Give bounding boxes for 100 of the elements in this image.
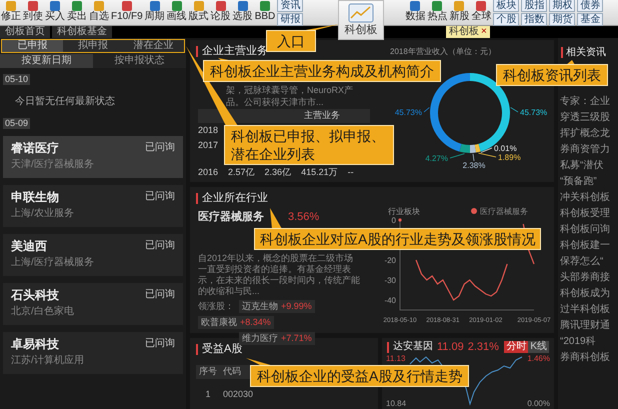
toolbar-button[interactable]: 热点 bbox=[426, 0, 448, 25]
news-link[interactable]: 过半科创板 bbox=[560, 304, 618, 316]
company-name: 申联生物 bbox=[11, 190, 60, 204]
toolbar-button[interactable]: 板块 bbox=[493, 0, 520, 12]
toolbar-button[interactable]: 全球 bbox=[470, 0, 492, 25]
toolbar-button[interactable]: BBD bbox=[254, 0, 276, 25]
toolbar-button[interactable]: 周期 bbox=[144, 0, 166, 25]
toolbar-button[interactable]: F10/F9 bbox=[110, 0, 144, 25]
mode-toggle[interactable]: K线 bbox=[528, 341, 549, 353]
news-link[interactable]: 私募“潜伏 bbox=[560, 160, 618, 172]
date-label: 05-10 bbox=[3, 74, 30, 85]
news-link[interactable]: “2019科 bbox=[560, 336, 618, 348]
news-link[interactable]: 保荐怎么“ bbox=[560, 256, 618, 268]
tab[interactable]: 科创板基金 bbox=[52, 26, 112, 38]
stock-chip[interactable]: 迈克生物 +9.99% bbox=[239, 300, 315, 313]
tool-icon bbox=[258, 0, 271, 12]
news-link[interactable]: “预备跑” bbox=[560, 176, 618, 188]
toolbar-button[interactable]: 买入 bbox=[44, 0, 66, 25]
tick-label: 0 bbox=[392, 216, 396, 225]
section-title: 企业主营业务 bbox=[202, 45, 268, 57]
toolbar-button[interactable]: 卖出 bbox=[66, 0, 88, 25]
segment-tab[interactable]: 潜在企业 bbox=[123, 40, 184, 52]
toolbar-button[interactable]: 自选 bbox=[88, 0, 110, 25]
leader-line bbox=[450, 153, 465, 158]
company-info: 天津/医疗器械服务 bbox=[11, 159, 94, 170]
close-icon[interactable]: × bbox=[481, 26, 487, 38]
news-link[interactable]: 冲关科创板 bbox=[560, 192, 618, 204]
toolbar-button[interactable]: 选股 bbox=[232, 0, 254, 25]
table-cell-text: 002030 bbox=[222, 388, 254, 402]
tool-icon bbox=[214, 0, 227, 12]
status-label: 已问询 bbox=[145, 190, 175, 204]
entry-button[interactable]: 科创板 bbox=[338, 0, 384, 40]
news-link[interactable]: 科创板问询 bbox=[560, 224, 618, 236]
toolbar-button[interactable]: 论股 bbox=[210, 0, 232, 25]
tab[interactable]: 创板首页 bbox=[0, 26, 50, 38]
segment-tab[interactable]: 已申报 bbox=[2, 40, 63, 52]
news-link[interactable]: 专家：企业 bbox=[560, 96, 618, 108]
industry-name: 医疗器械服务 bbox=[198, 210, 264, 225]
company-card[interactable]: 卓易科技 江苏/计算机应用 已问询 bbox=[3, 332, 183, 374]
legend-item: 医疗器械服务 bbox=[471, 207, 528, 216]
toolbar-button[interactable]: 基金 bbox=[577, 13, 604, 26]
tool-icon bbox=[170, 0, 183, 12]
toolbar-button[interactable]: 新股 bbox=[448, 0, 470, 25]
tool-icon bbox=[71, 0, 83, 12]
toolbar-button[interactable]: 个股 bbox=[493, 13, 520, 26]
news-link[interactable]: 科创板受理 bbox=[560, 208, 618, 220]
accent-bar bbox=[387, 342, 389, 352]
news-link[interactable]: 头部券商接 bbox=[560, 272, 618, 284]
tick-label: -40 bbox=[384, 296, 396, 305]
stock-name: 达安基因 bbox=[393, 341, 433, 353]
toolbar-button[interactable]: 资讯 bbox=[277, 0, 304, 12]
news-link[interactable]: 腾讯理财通 bbox=[560, 320, 618, 332]
mode-toggle[interactable]: 分时 bbox=[504, 341, 528, 353]
toolbar-button[interactable]: 修正 bbox=[0, 0, 22, 25]
company-card[interactable]: 石头科技 北京/白色家电 已问询 bbox=[3, 283, 183, 325]
toolbar-button[interactable]: 指数 bbox=[521, 13, 548, 26]
tool-icon bbox=[27, 0, 39, 12]
tick-label: -20 bbox=[384, 256, 396, 265]
stock-chip[interactable]: 欧普康视 +8.34% bbox=[198, 316, 274, 329]
section-title: 企业所在行业 bbox=[202, 192, 268, 204]
leader-line bbox=[472, 154, 474, 162]
company-card[interactable]: 申联生物 上海/农业服务 已问询 bbox=[3, 185, 183, 227]
toolbar-button[interactable]: 研报 bbox=[277, 13, 304, 26]
company-name: 卓易科技 bbox=[11, 337, 60, 351]
toolbar-button[interactable]: 到使 bbox=[22, 0, 44, 25]
news-link[interactable]: 券商科创板 bbox=[560, 352, 618, 364]
sort-tab[interactable]: 按更新日期 bbox=[0, 54, 93, 68]
sort-tab[interactable]: 按申报状态 bbox=[93, 54, 186, 68]
status-label: 已问询 bbox=[145, 239, 175, 253]
news-link[interactable]: 券商资管力 bbox=[560, 144, 618, 156]
open-tab[interactable]: 科创板 × bbox=[446, 26, 490, 38]
toolbar-button[interactable]: 债券 bbox=[577, 0, 604, 12]
table-cell-text: -- bbox=[348, 166, 354, 180]
table-cell-text: 2.57亿 bbox=[228, 166, 255, 180]
news-link[interactable]: 穿透三级股 bbox=[560, 112, 618, 124]
callout-label: 科创板资讯列表 bbox=[496, 64, 608, 86]
company-card[interactable]: 睿诺医疗 天津/医疗器械服务 已问询 bbox=[3, 136, 183, 178]
tool-icon bbox=[453, 0, 466, 12]
stock-chip[interactable]: 维力医疗 +7.71% bbox=[239, 332, 315, 345]
price-value: 11.09 bbox=[437, 341, 464, 353]
news-link[interactable]: 挥扩概念龙 bbox=[560, 128, 618, 140]
section-title: 相关资讯 bbox=[566, 46, 606, 60]
company-info: 上海/农业服务 bbox=[11, 208, 74, 219]
news-link[interactable]: 科创板建一 bbox=[560, 240, 618, 252]
toolbar-button[interactable]: 画线 bbox=[166, 0, 188, 25]
toolbar-button[interactable]: 期货 bbox=[549, 13, 576, 26]
segment-tab[interactable]: 拟申报 bbox=[62, 40, 124, 52]
tool-icon bbox=[5, 0, 17, 12]
chart-title: 2018年营业收入（单位：元） bbox=[390, 47, 496, 56]
toolbar-button[interactable]: 期权 bbox=[549, 0, 576, 12]
toolbar-button[interactable]: 数据 bbox=[404, 0, 426, 25]
news-link[interactable]: 科创板成为 bbox=[560, 288, 618, 300]
table-cell-text: 2017 bbox=[198, 139, 218, 152]
company-card[interactable]: 美迪西 上海/医疗器械服务 已问询 bbox=[3, 234, 183, 276]
data-label: 0.01% bbox=[494, 144, 517, 153]
data-label: 1.89% bbox=[498, 153, 521, 162]
toolbar-button[interactable]: 股指 bbox=[521, 0, 548, 12]
tool-icon bbox=[120, 0, 133, 12]
description-text: 架，冠脉球囊导管，NeuroRX产品。公司获得天津市市... bbox=[225, 84, 354, 108]
toolbar-button[interactable]: 版式 bbox=[188, 0, 210, 25]
